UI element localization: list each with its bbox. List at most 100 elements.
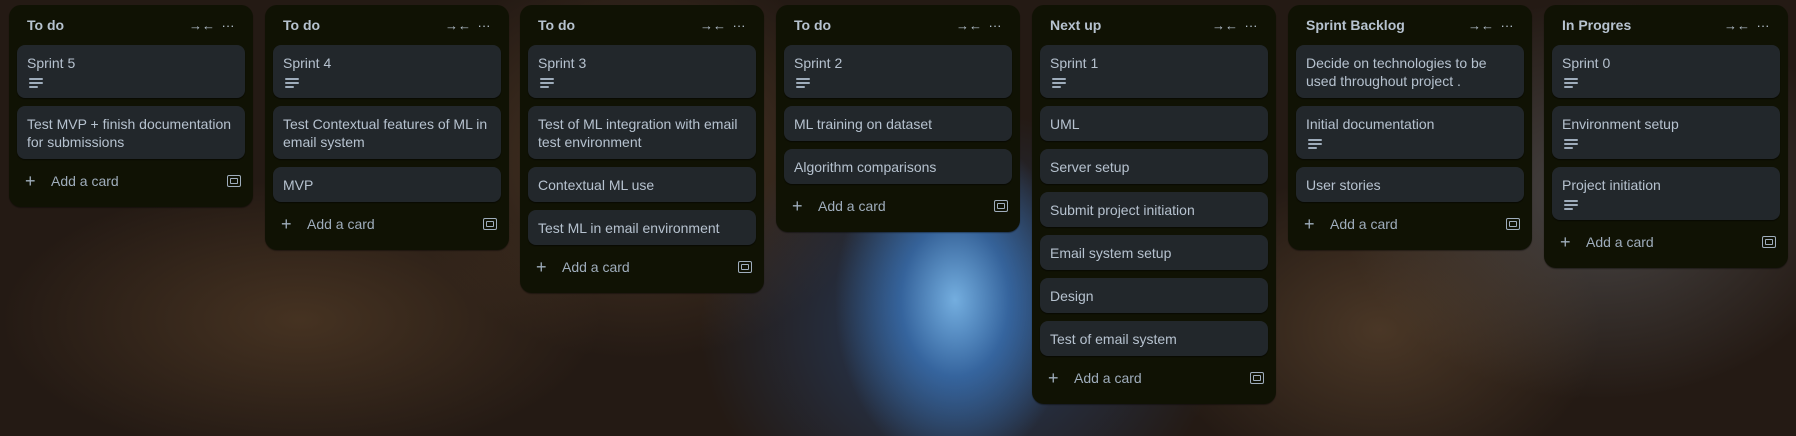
card-template-icon[interactable]: [994, 200, 1008, 212]
card[interactable]: Project initiation: [1552, 167, 1780, 220]
description-lines-icon: [1564, 78, 1578, 90]
card[interactable]: User stories: [1296, 167, 1524, 202]
description-lines-icon: [1052, 78, 1066, 90]
card-template-icon[interactable]: [1250, 372, 1264, 384]
card[interactable]: Sprint 1: [1040, 45, 1268, 98]
card-title: ML training on dataset: [794, 116, 933, 132]
add-card-label: Add a card: [307, 216, 375, 232]
list: To do →← ··· Sprint 2 ML training on dat…: [776, 5, 1020, 232]
list: To do →← ··· Sprint 5 Test MVP + finish …: [9, 5, 253, 207]
add-card-button[interactable]: + Add a card: [1040, 360, 1268, 396]
card[interactable]: Decide on technologies to be used throug…: [1296, 45, 1524, 98]
more-dots-icon[interactable]: ···: [1750, 12, 1776, 38]
list-header[interactable]: Next up →← ···: [1040, 5, 1268, 45]
add-card-button[interactable]: + Add a card: [528, 249, 756, 285]
collapse-arrows-icon[interactable]: →←: [1212, 12, 1238, 38]
plus-icon: +: [792, 196, 803, 216]
board: To do →← ··· Sprint 5 Test MVP + finish …: [0, 0, 1796, 436]
description-lines-icon: [1308, 139, 1322, 151]
card[interactable]: Sprint 2: [784, 45, 1012, 98]
description-lines-icon: [796, 78, 810, 90]
list-title[interactable]: To do: [794, 17, 956, 33]
card[interactable]: Design: [1040, 278, 1268, 313]
card[interactable]: Test ML in email environment: [528, 210, 756, 245]
plus-icon: +: [536, 257, 547, 277]
card[interactable]: Initial documentation: [1296, 106, 1524, 159]
more-dots-icon[interactable]: ···: [1238, 12, 1264, 38]
list: In Progres →← ··· Sprint 0 Environment s…: [1544, 5, 1788, 268]
card[interactable]: Test of email system: [1040, 321, 1268, 356]
card[interactable]: Email system setup: [1040, 235, 1268, 270]
card[interactable]: Contextual ML use: [528, 167, 756, 202]
collapse-arrows-icon[interactable]: →←: [1724, 12, 1750, 38]
card-title: Sprint 1: [1050, 55, 1099, 71]
card[interactable]: Test Contextual features of ML in email …: [273, 106, 501, 159]
card-title: Test Contextual features of ML in email …: [283, 116, 488, 150]
list-title[interactable]: To do: [283, 17, 445, 33]
card[interactable]: Sprint 3: [528, 45, 756, 98]
card-template-icon[interactable]: [1762, 236, 1776, 248]
more-dots-icon[interactable]: ···: [471, 12, 497, 38]
collapse-arrows-icon[interactable]: →←: [956, 12, 982, 38]
card-title: Design: [1050, 288, 1094, 304]
card-title: Test of email system: [1050, 331, 1177, 347]
card[interactable]: Test MVP + finish documentation for subm…: [17, 106, 245, 159]
card[interactable]: Test of ML integration with email test e…: [528, 106, 756, 159]
list-header[interactable]: To do →← ···: [784, 5, 1012, 45]
card-title: Sprint 2: [794, 55, 843, 71]
list-header[interactable]: In Progres →← ···: [1552, 5, 1780, 45]
card-title: MVP: [283, 177, 314, 193]
add-card-label: Add a card: [562, 259, 630, 275]
list-header[interactable]: To do →← ···: [17, 5, 245, 45]
card-title: Sprint 3: [538, 55, 587, 71]
card[interactable]: ML training on dataset: [784, 106, 1012, 141]
description-lines-icon: [1564, 200, 1578, 212]
description-lines-icon: [29, 78, 43, 90]
list-title[interactable]: To do: [27, 17, 189, 33]
collapse-arrows-icon[interactable]: →←: [189, 12, 215, 38]
add-card-button[interactable]: + Add a card: [273, 206, 501, 242]
plus-icon: +: [1560, 232, 1571, 252]
card[interactable]: Algorithm comparisons: [784, 149, 1012, 184]
collapse-arrows-icon[interactable]: →←: [1468, 12, 1494, 38]
add-card-button[interactable]: + Add a card: [17, 163, 245, 199]
card-title: User stories: [1306, 177, 1381, 193]
description-lines-icon: [1564, 139, 1578, 151]
list-header[interactable]: Sprint Backlog →← ···: [1296, 5, 1524, 45]
list-title[interactable]: Next up: [1050, 17, 1212, 33]
list-title[interactable]: Sprint Backlog: [1306, 17, 1468, 33]
card-title: Decide on technologies to be used throug…: [1306, 55, 1487, 89]
card[interactable]: Environment setup: [1552, 106, 1780, 159]
add-card-button[interactable]: + Add a card: [1552, 224, 1780, 260]
card[interactable]: Server setup: [1040, 149, 1268, 184]
card-template-icon[interactable]: [738, 261, 752, 273]
collapse-arrows-icon[interactable]: →←: [445, 12, 471, 38]
add-card-label: Add a card: [1074, 370, 1142, 386]
more-dots-icon[interactable]: ···: [1494, 12, 1520, 38]
card[interactable]: UML: [1040, 106, 1268, 141]
more-dots-icon[interactable]: ···: [982, 12, 1008, 38]
add-card-button[interactable]: + Add a card: [784, 188, 1012, 224]
list-title[interactable]: In Progres: [1562, 17, 1724, 33]
list: To do →← ··· Sprint 4 Test Contextual fe…: [265, 5, 509, 250]
list-header[interactable]: To do →← ···: [528, 5, 756, 45]
more-dots-icon[interactable]: ···: [726, 12, 752, 38]
card-template-icon[interactable]: [483, 218, 497, 230]
card[interactable]: Submit project initiation: [1040, 192, 1268, 227]
card-template-icon[interactable]: [227, 175, 241, 187]
plus-icon: +: [281, 214, 292, 234]
list-header[interactable]: To do →← ···: [273, 5, 501, 45]
list-title[interactable]: To do: [538, 17, 700, 33]
card-template-icon[interactable]: [1506, 218, 1520, 230]
plus-icon: +: [25, 171, 36, 191]
add-card-label: Add a card: [1586, 234, 1654, 250]
more-dots-icon[interactable]: ···: [215, 12, 241, 38]
add-card-label: Add a card: [818, 198, 886, 214]
add-card-button[interactable]: + Add a card: [1296, 206, 1524, 242]
card[interactable]: Sprint 0: [1552, 45, 1780, 98]
add-card-label: Add a card: [51, 173, 119, 189]
card[interactable]: Sprint 4: [273, 45, 501, 98]
collapse-arrows-icon[interactable]: →←: [700, 12, 726, 38]
card[interactable]: MVP: [273, 167, 501, 202]
card[interactable]: Sprint 5: [17, 45, 245, 98]
